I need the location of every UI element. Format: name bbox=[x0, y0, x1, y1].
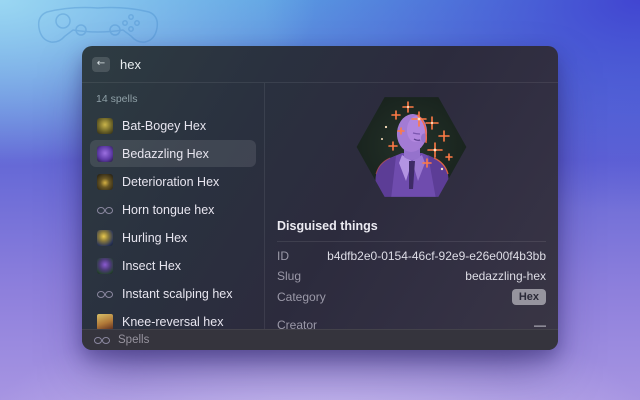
spell-name: Bedazzling Hex bbox=[122, 147, 209, 161]
list-item[interactable]: Bedazzling Hex bbox=[90, 140, 256, 167]
list-item[interactable]: Horn tongue hex bbox=[90, 196, 256, 223]
glasses-icon bbox=[97, 286, 113, 302]
metadata-row: Category Hex bbox=[277, 286, 546, 308]
glasses-icon bbox=[94, 334, 110, 346]
back-arrow-icon: ← bbox=[97, 58, 105, 69]
category-badge: Hex bbox=[512, 289, 546, 305]
list-item[interactable]: Deterioration Hex bbox=[90, 168, 256, 195]
spell-list: 14 spells Bat-Bogey Hex Bedazzling Hex D… bbox=[82, 83, 264, 329]
metadata-value: bedazzling-hex bbox=[465, 269, 546, 283]
spell-name: Hurling Hex bbox=[122, 231, 187, 245]
spell-name: Instant scalping hex bbox=[122, 287, 233, 301]
spell-art-icon bbox=[97, 146, 113, 162]
spell-name: Knee-reversal hex bbox=[122, 315, 223, 329]
metadata-value: b4dfb2e0-0154-46cf-92e9-e26e00f4b3bb bbox=[327, 249, 546, 263]
spell-art-icon bbox=[97, 118, 113, 134]
list-item[interactable]: Bat-Bogey Hex bbox=[90, 112, 256, 139]
spell-art-icon bbox=[97, 258, 113, 274]
list-section-header: 14 spells bbox=[96, 93, 250, 105]
search-input[interactable]: hex bbox=[120, 57, 141, 72]
glasses-icon bbox=[97, 202, 113, 218]
list-item[interactable]: Instant scalping hex bbox=[90, 280, 256, 307]
metadata-list: ID b4dfb2e0-0154-46cf-92e9-e26e00f4b3bb … bbox=[265, 242, 558, 329]
spell-artwork bbox=[356, 95, 468, 199]
app-window: ← hex 14 spells Bat-Bogey Hex Bedazzling… bbox=[82, 46, 558, 350]
game-controller-sketch bbox=[33, 4, 163, 50]
spell-name: Horn tongue hex bbox=[122, 203, 214, 217]
list-item[interactable]: Insect Hex bbox=[90, 252, 256, 279]
spell-name: Insect Hex bbox=[122, 259, 181, 273]
spell-name: Bat-Bogey Hex bbox=[122, 119, 206, 133]
metadata-label: Slug bbox=[277, 269, 301, 283]
detail-panel: Disguised things ID b4dfb2e0-0154-46cf-9… bbox=[265, 83, 558, 329]
spell-art-icon bbox=[97, 174, 113, 190]
metadata-row: Slug bedazzling-hex bbox=[277, 266, 546, 286]
list-item[interactable]: Knee-reversal hex bbox=[90, 308, 256, 329]
metadata-label: Category bbox=[277, 290, 326, 304]
metadata-label: Creator bbox=[277, 318, 317, 329]
metadata-value: — bbox=[534, 318, 546, 329]
spell-art-icon bbox=[97, 314, 113, 330]
back-button[interactable]: ← bbox=[92, 57, 110, 72]
metadata-label: ID bbox=[277, 249, 289, 263]
metadata-row: Creator — bbox=[277, 315, 546, 329]
spell-name: Deterioration Hex bbox=[122, 175, 219, 189]
extension-name: Spells bbox=[118, 334, 149, 346]
list-item[interactable]: Hurling Hex bbox=[90, 224, 256, 251]
detail-title: Disguised things bbox=[277, 219, 546, 242]
search-bar: ← hex bbox=[82, 46, 558, 83]
spell-art-icon bbox=[97, 230, 113, 246]
metadata-row: ID b4dfb2e0-0154-46cf-92e9-e26e00f4b3bb bbox=[277, 246, 546, 266]
status-bar: Spells bbox=[82, 329, 558, 350]
